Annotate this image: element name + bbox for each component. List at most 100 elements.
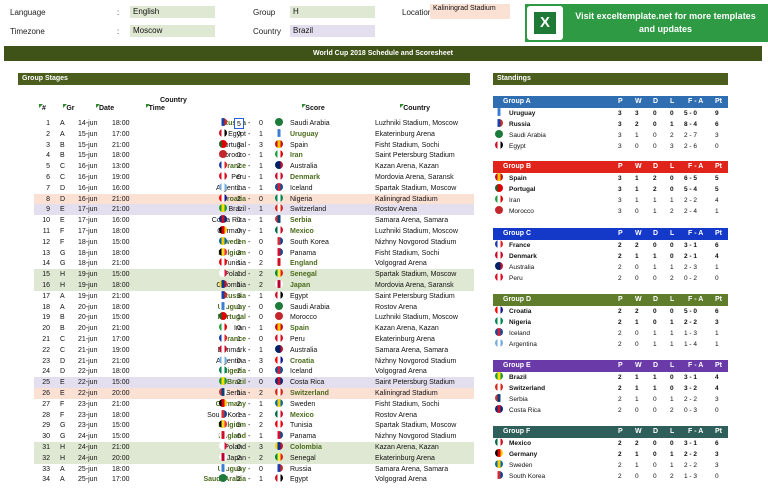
flag-uruguay-icon	[219, 301, 227, 310]
match-time: 21:00	[112, 444, 130, 451]
away-score-input[interactable]: 1	[256, 183, 266, 194]
home-score-input[interactable]: 1	[234, 183, 244, 194]
away-team: Denmark	[290, 174, 320, 181]
match-number: 14	[42, 260, 50, 268]
home-score-input[interactable]: 1	[234, 204, 244, 215]
home-score-input[interactable]: 2	[234, 194, 244, 205]
home-score-input[interactable]: 1	[234, 280, 244, 291]
away-score-input[interactable]: 2	[256, 410, 266, 421]
home-score-input[interactable]: 2	[234, 366, 244, 377]
home-score-input[interactable]: 6	[234, 431, 244, 442]
home-score-input[interactable]: 1	[234, 269, 244, 280]
promo-banner[interactable]: X Visit exceltemplate.net for more templ…	[525, 4, 768, 42]
group-input[interactable]: H	[290, 6, 375, 18]
losses: 1	[670, 462, 674, 469]
away-score-input[interactable]: 1	[256, 291, 266, 302]
home-score-input[interactable]: 0	[234, 323, 244, 334]
home-score-input[interactable]: 2	[234, 399, 244, 410]
flag-england-icon	[275, 258, 283, 267]
away-score-input[interactable]: 2	[256, 420, 266, 431]
home-score-input[interactable]: 0	[234, 150, 244, 161]
location-input[interactable]: Kaliningrad Stadium	[430, 4, 510, 19]
home-score-input[interactable]: 5	[234, 420, 244, 431]
home-score-input[interactable]: 3	[234, 140, 244, 151]
match-number: 20	[42, 325, 50, 333]
home-score-input[interactable]: 1	[234, 302, 244, 313]
language-input[interactable]: English	[130, 6, 215, 18]
away-score-input[interactable]: 0	[256, 312, 266, 323]
home-score-input[interactable]: 1	[234, 345, 244, 356]
match-group: H	[60, 282, 66, 289]
away-score-input[interactable]: 0	[256, 302, 266, 313]
home-score-input[interactable]: 0	[234, 356, 244, 367]
away-score-input[interactable]: 3	[256, 442, 266, 453]
goals-for-against: 0 - 3	[684, 407, 698, 414]
goals-for-against: 5 - 0	[684, 308, 698, 315]
played: 3	[618, 143, 622, 150]
away-score-input[interactable]: 1	[256, 345, 266, 356]
away-score-input[interactable]: 2	[256, 269, 266, 280]
away-score-input[interactable]: 0	[256, 194, 266, 205]
home-score-input[interactable]: 1	[234, 237, 244, 248]
timezone-input[interactable]: Moscow	[130, 25, 215, 37]
away-score-input[interactable]: 1	[256, 204, 266, 215]
goals-for-against: 2 - 3	[684, 264, 698, 271]
away-score-input[interactable]: 0	[256, 366, 266, 377]
away-team: Costa Rica	[290, 379, 325, 387]
home-score-input[interactable]: 1	[234, 312, 244, 323]
home-score-input[interactable]: 0	[234, 442, 244, 453]
home-score-input[interactable]: 2	[234, 474, 244, 485]
home-score-input[interactable]: 0	[234, 172, 244, 183]
home-score-input[interactable]: 1	[234, 334, 244, 345]
match-time: 21:00	[112, 357, 130, 365]
away-score-input[interactable]: 1	[256, 399, 266, 410]
home-score-input[interactable]: 0	[234, 226, 244, 237]
played: 2	[618, 242, 622, 249]
away-score-input[interactable]: 1	[256, 172, 266, 183]
away-score-input[interactable]: 1	[256, 129, 266, 140]
home-score-input[interactable]: 0	[234, 129, 244, 140]
away-score-input[interactable]: 1	[256, 431, 266, 442]
home-score-input[interactable]: 3	[234, 248, 244, 259]
home-score-input[interactable]: 2	[234, 377, 244, 388]
home-score-input[interactable]: 1	[234, 258, 244, 269]
away-score-input[interactable]: 0	[256, 334, 266, 345]
flag-sweden-icon	[219, 236, 227, 245]
country-input[interactable]: Brazil	[290, 25, 375, 37]
away-team: Spain	[290, 325, 310, 333]
draws: 1	[653, 374, 657, 381]
goals-for-against: 2 - 2	[684, 451, 698, 458]
away-score-input[interactable]: 1	[256, 323, 266, 334]
match-venue: Samara Arena, Samara	[375, 465, 449, 473]
wins: 2	[635, 242, 639, 249]
away-score-input[interactable]: 0	[256, 118, 266, 129]
standings-col-header: Pt	[715, 428, 722, 435]
away-score-input[interactable]: 0	[256, 248, 266, 259]
away-score-input[interactable]: 1	[256, 150, 266, 161]
away-score-input[interactable]: 0	[256, 237, 266, 248]
away-score-input[interactable]: 3	[256, 356, 266, 367]
away-score-input[interactable]: 2	[256, 453, 266, 464]
away-score-input[interactable]: 0	[256, 464, 266, 475]
home-score-input[interactable]: 0	[234, 215, 244, 226]
home-score-input[interactable]: 2	[234, 453, 244, 464]
away-score-input[interactable]: 1	[256, 226, 266, 237]
away-score-input[interactable]: 1	[256, 161, 266, 172]
match-group: H	[60, 271, 66, 279]
home-score-input[interactable]: 5	[234, 118, 244, 129]
away-score-input[interactable]: 2	[256, 280, 266, 291]
away-score-input[interactable]: 2	[256, 258, 266, 269]
home-score-input[interactable]: 1	[234, 410, 244, 421]
away-score-input[interactable]: 2	[256, 388, 266, 399]
home-score-input[interactable]: 1	[234, 388, 244, 399]
home-score-input[interactable]: 3	[234, 464, 244, 475]
away-score-input[interactable]: 0	[256, 377, 266, 388]
standings-col-header: L	[670, 296, 675, 303]
team-name: Egypt	[509, 143, 526, 150]
group-stages-header: Group Stages	[18, 73, 470, 85]
away-score-input[interactable]: 1	[256, 474, 266, 485]
home-score-input[interactable]: 3	[234, 291, 244, 302]
home-score-input[interactable]: 2	[234, 161, 244, 172]
away-score-input[interactable]: 1	[256, 215, 266, 226]
away-score-input[interactable]: 3	[256, 140, 266, 151]
